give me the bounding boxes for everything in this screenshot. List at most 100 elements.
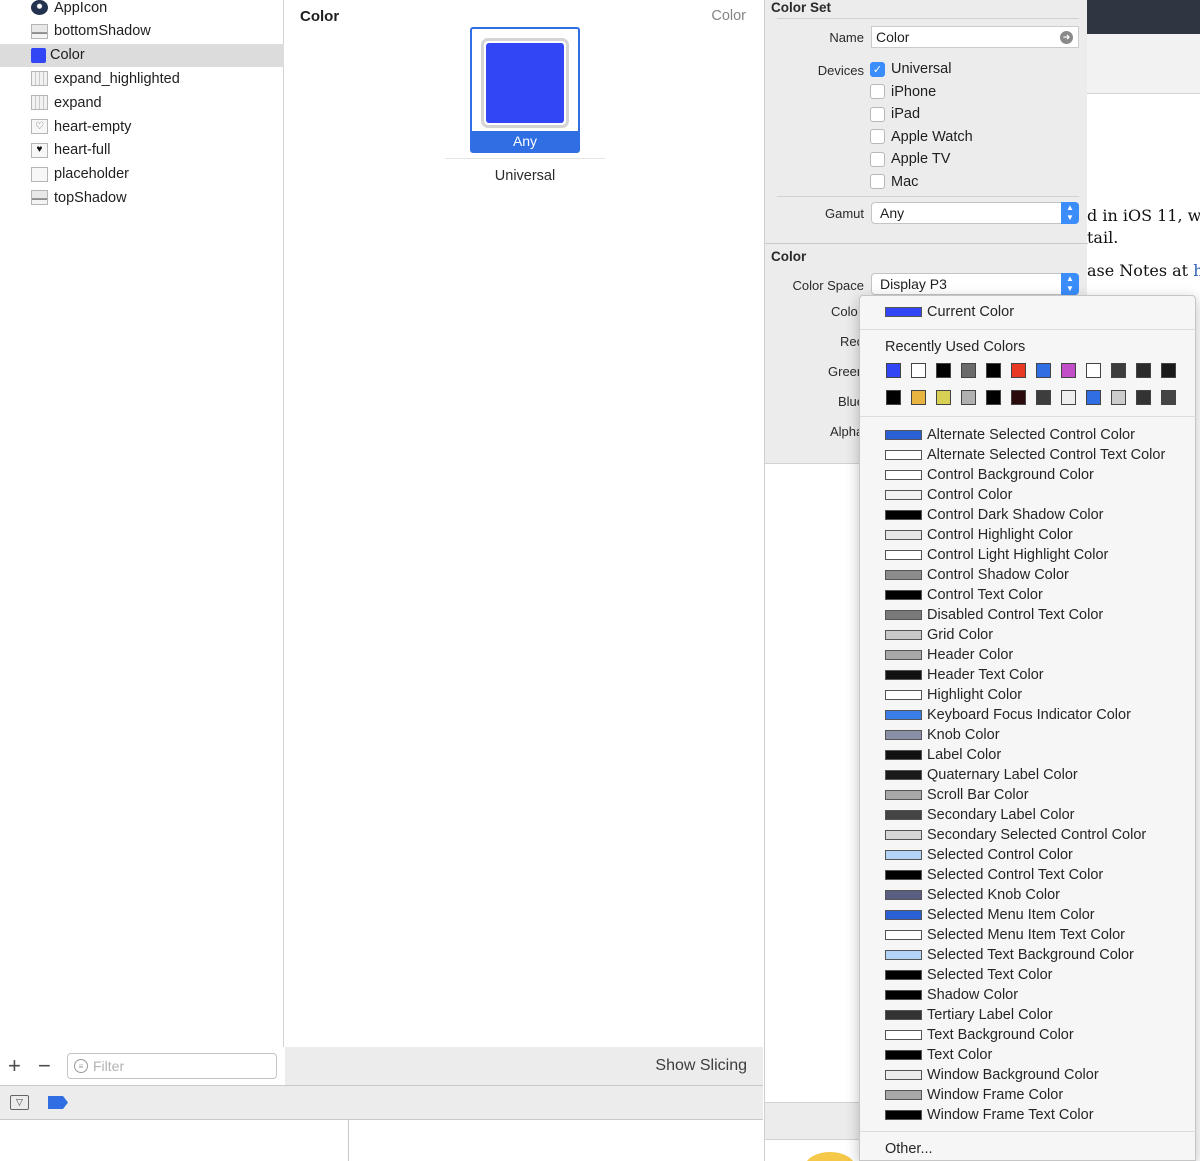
menu-item-system-color[interactable]: Keyboard Focus Indicator Color [860,705,1197,725]
menu-item-system-color[interactable]: Selected Control Color [860,845,1197,865]
menu-item-system-color[interactable]: Secondary Selected Control Color [860,825,1197,845]
recent-color-swatch[interactable] [1036,363,1051,378]
go-arrow-icon[interactable]: ➜ [1060,31,1073,44]
menu-item-system-color[interactable]: Text Background Color [860,1025,1197,1045]
recent-color-swatch[interactable] [1061,390,1076,405]
remove-asset-button[interactable]: − [38,1055,51,1077]
name-field[interactable]: Color ➜ [871,26,1079,48]
menu-item-label: Selected Menu Item Text Color [927,927,1125,943]
checkbox-icon[interactable] [870,174,885,189]
checkbox-icon[interactable] [870,106,885,122]
asset-row[interactable]: AppIcon [0,0,284,19]
recent-color-swatch[interactable] [1011,390,1026,405]
recent-color-swatch[interactable] [911,363,926,378]
color-swatch [885,450,922,460]
checkbox-icon[interactable] [870,84,885,99]
menu-item-system-color[interactable]: Selected Knob Color [860,885,1197,905]
menu-item-system-color[interactable]: Window Frame Color [860,1085,1197,1105]
checkbox-icon[interactable] [870,129,885,144]
menu-item-system-color[interactable]: Knob Color [860,725,1197,745]
recent-color-swatch[interactable] [886,363,901,378]
show-slicing-button[interactable]: Show Slicing [655,1057,747,1075]
recent-color-swatch[interactable] [886,390,901,405]
menu-item-system-color[interactable]: Grid Color [860,625,1197,645]
menu-item-system-color[interactable]: Tertiary Label Color [860,1005,1197,1025]
recent-color-swatch[interactable] [961,390,976,405]
asset-row[interactable]: Color [0,43,284,67]
recent-color-swatch[interactable] [911,390,926,405]
device-checkbox[interactable]: iPhone [870,84,936,100]
recent-color-swatch[interactable] [1086,390,1101,405]
menu-item-system-color[interactable]: Text Color [860,1045,1197,1065]
asset-row[interactable]: expand_highlighted [0,67,284,90]
asset-row[interactable]: expand [0,91,284,114]
menu-item-system-color[interactable]: Control Color [860,485,1197,505]
recent-color-swatch[interactable] [936,363,951,378]
recent-color-swatch[interactable] [1111,390,1126,405]
menu-item-system-color[interactable]: Control Background Color [860,465,1197,485]
color-space-popup[interactable]: Display P3 ▲ ▼ [871,273,1079,295]
recent-color-swatch[interactable] [961,363,976,378]
recent-color-swatch[interactable] [1036,390,1051,405]
add-asset-button[interactable]: + [8,1055,21,1077]
menu-item-system-color[interactable]: Shadow Color [860,985,1197,1005]
menu-item-system-color[interactable]: Header Text Color [860,665,1197,685]
menu-item-system-color[interactable]: Selected Text Color [860,965,1197,985]
hide-debug-area-icon[interactable]: ▽ [10,1095,29,1110]
menu-item-system-color[interactable]: Label Color [860,745,1197,765]
menu-item-system-color[interactable]: Control Shadow Color [860,565,1197,585]
device-checkbox[interactable]: Apple Watch [870,129,973,145]
menu-item-system-color[interactable]: Selected Text Background Color [860,945,1197,965]
menu-item-system-color[interactable]: Scroll Bar Color [860,785,1197,805]
asset-row[interactable]: bottomShadow [0,20,284,43]
asset-row[interactable]: topShadow [0,186,284,209]
breakpoints-icon[interactable] [48,1096,68,1109]
device-checkbox[interactable]: Apple TV [870,151,950,167]
menu-item-system-color[interactable]: Disabled Control Text Color [860,605,1197,625]
debug-bar: ▽ [0,1085,763,1120]
recent-color-swatch[interactable] [1061,363,1076,378]
checkbox-icon[interactable] [870,151,885,167]
recent-color-swatch[interactable] [1111,363,1126,378]
recent-color-swatch[interactable] [986,390,1001,405]
background-link[interactable]: h [1193,261,1200,280]
menu-item-system-color[interactable]: Quaternary Label Color [860,765,1197,785]
menu-item-system-color[interactable]: Highlight Color [860,685,1197,705]
menu-item-label: Control Highlight Color [927,527,1073,543]
menu-item-system-color[interactable]: Header Color [860,645,1197,665]
recent-color-swatch[interactable] [1136,363,1151,378]
menu-item-system-color[interactable]: Control Dark Shadow Color [860,505,1197,525]
menu-item-label: Alternate Selected Control Color [927,427,1135,443]
menu-item-other[interactable]: Other... [885,1141,933,1157]
device-checkbox[interactable]: iPad [870,106,920,122]
asset-row[interactable]: ♡ heart-empty [0,115,284,138]
menu-item-system-color[interactable]: Window Frame Text Color [860,1105,1197,1125]
menu-item-system-color[interactable]: Alternate Selected Control Text Color [860,445,1197,465]
menu-item-current-color[interactable]: Current Color [860,302,1197,322]
recent-color-swatch[interactable] [1011,363,1026,378]
menu-item-system-color[interactable]: Alternate Selected Control Color [860,425,1197,445]
recent-color-swatch[interactable] [936,390,951,405]
asset-row[interactable]: ♥ heart-full [0,139,284,162]
menu-item-system-color[interactable]: Window Background Color [860,1065,1197,1085]
recent-color-swatch[interactable] [1161,363,1176,378]
recent-color-swatch[interactable] [1136,390,1151,405]
device-checkbox[interactable]: Mac [870,174,918,190]
menu-item-system-color[interactable]: Selected Control Text Color [860,865,1197,885]
recent-color-swatch[interactable] [1086,363,1101,378]
filter-field[interactable]: ≡ Filter [67,1053,277,1079]
menu-item-system-color[interactable]: Selected Menu Item Text Color [860,925,1197,945]
menu-item-system-color[interactable]: Secondary Label Color [860,805,1197,825]
menu-item-system-color[interactable]: Control Light Highlight Color [860,545,1197,565]
asset-row[interactable]: placeholder [0,163,284,186]
recent-color-swatch[interactable] [986,363,1001,378]
recent-color-swatch[interactable] [1161,390,1176,405]
device-checkbox[interactable]: ✓ Universal [870,61,951,77]
checkmark-icon[interactable]: ✓ [870,61,885,77]
color-slot-any[interactable]: Any [470,27,580,153]
menu-item-system-color[interactable]: Control Highlight Color [860,525,1197,545]
gamut-popup[interactable]: Any ▲ ▼ [871,202,1079,224]
menu-item-system-color[interactable]: Control Text Color [860,585,1197,605]
color-swatch [885,550,922,560]
menu-item-system-color[interactable]: Selected Menu Item Color [860,905,1197,925]
